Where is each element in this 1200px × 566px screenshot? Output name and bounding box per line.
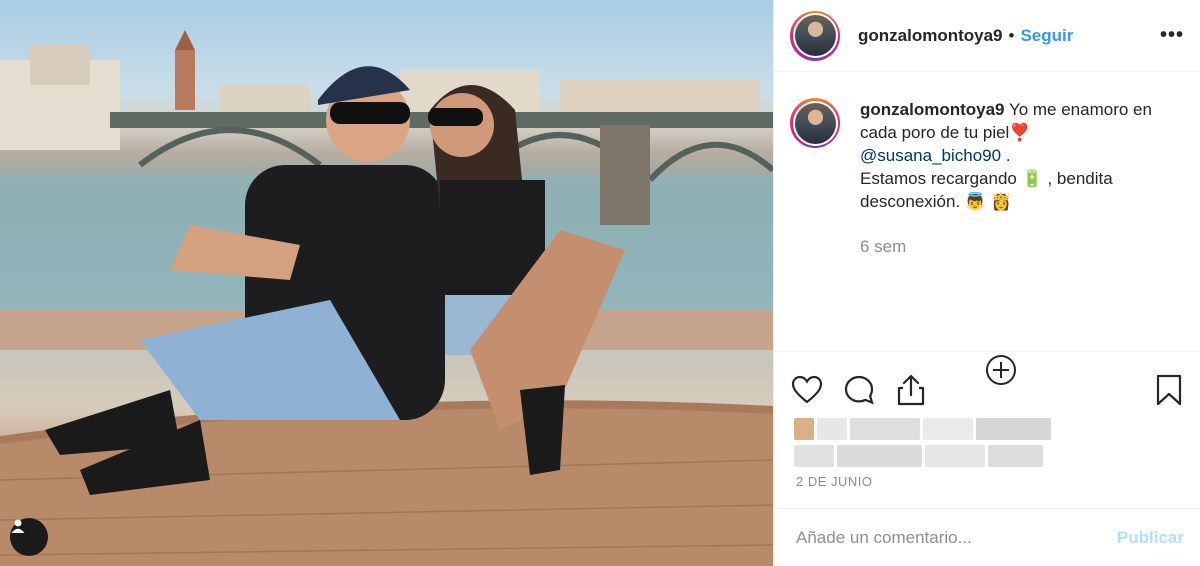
caption-username[interactable]: gonzalomontoya9 [860,100,1005,119]
like-button[interactable] [790,373,824,407]
comment-input[interactable]: Añade un comentario... [796,528,972,548]
caption-section: gonzalomontoya9 Yo me enamoro en cada po… [774,72,1200,385]
comment-icon [844,375,874,405]
more-options-icon[interactable]: ••• [1160,24,1184,47]
avatar[interactable] [790,10,840,61]
header-separator: • [1008,25,1015,45]
save-button[interactable] [1152,373,1186,407]
follow-button[interactable]: Seguir [1020,26,1073,46]
caption-text: gonzalomontoya9 Yo me enamoro en cada po… [860,98,1184,351]
caption-avatar[interactable] [790,98,840,148]
header-username[interactable]: gonzalomontoya9 [858,26,1003,46]
avatar-image [794,102,836,144]
share-button[interactable] [894,373,928,407]
heart-icon [791,375,823,404]
bookmark-icon [1156,374,1182,406]
caption-line-3: Estamos recargando 🔋 , bendita desconexi… [860,169,1113,211]
share-icon [897,374,925,406]
caption-time[interactable]: 6 sem [860,235,1184,258]
avatar-image [794,15,836,56]
post-header: gonzalomontoya9 • Seguir ••• [774,0,1200,72]
publish-button[interactable]: Publicar [1117,528,1184,548]
post-photo[interactable] [0,0,773,566]
comment-form: Añade un comentario... Publicar [774,508,1200,566]
photo-scene [0,30,773,566]
user-tag-button[interactable] [10,518,48,556]
comment-button[interactable] [842,373,876,407]
user-icon [11,519,25,533]
caption-mention[interactable]: @susana_bicho90 [860,146,1001,165]
caption-mention-suffix: . [1001,146,1011,165]
likes-summary-blurred [794,418,1054,468]
post-sidebar: gonzalomontoya9 • Seguir ••• gonzalomont… [773,0,1200,566]
post-date[interactable]: 2 DE JUNIO [796,474,873,489]
action-bar [790,370,1186,410]
